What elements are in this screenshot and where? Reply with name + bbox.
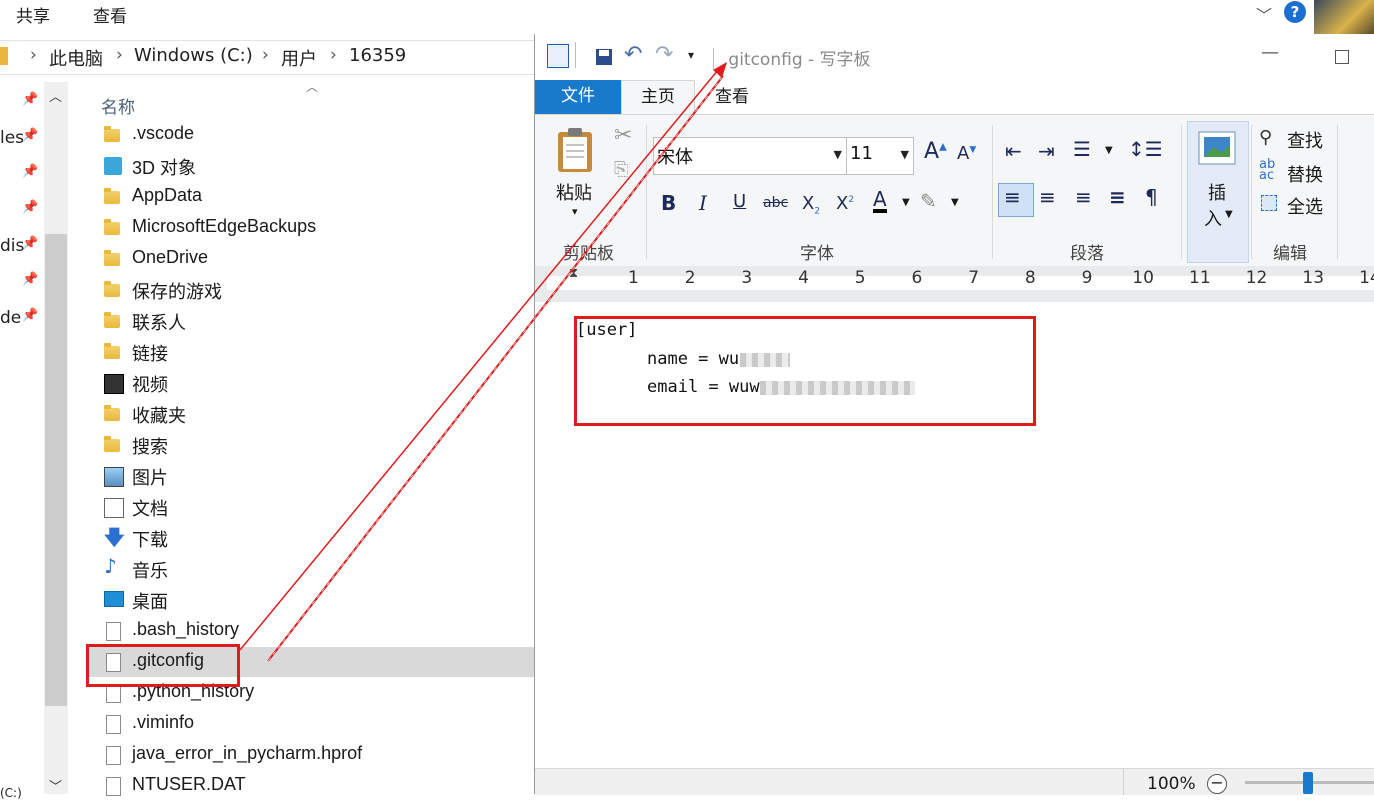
annotation-arrows [239,62,727,662]
red-arrow [239,69,719,651]
arrow-head-icon [713,62,727,78]
